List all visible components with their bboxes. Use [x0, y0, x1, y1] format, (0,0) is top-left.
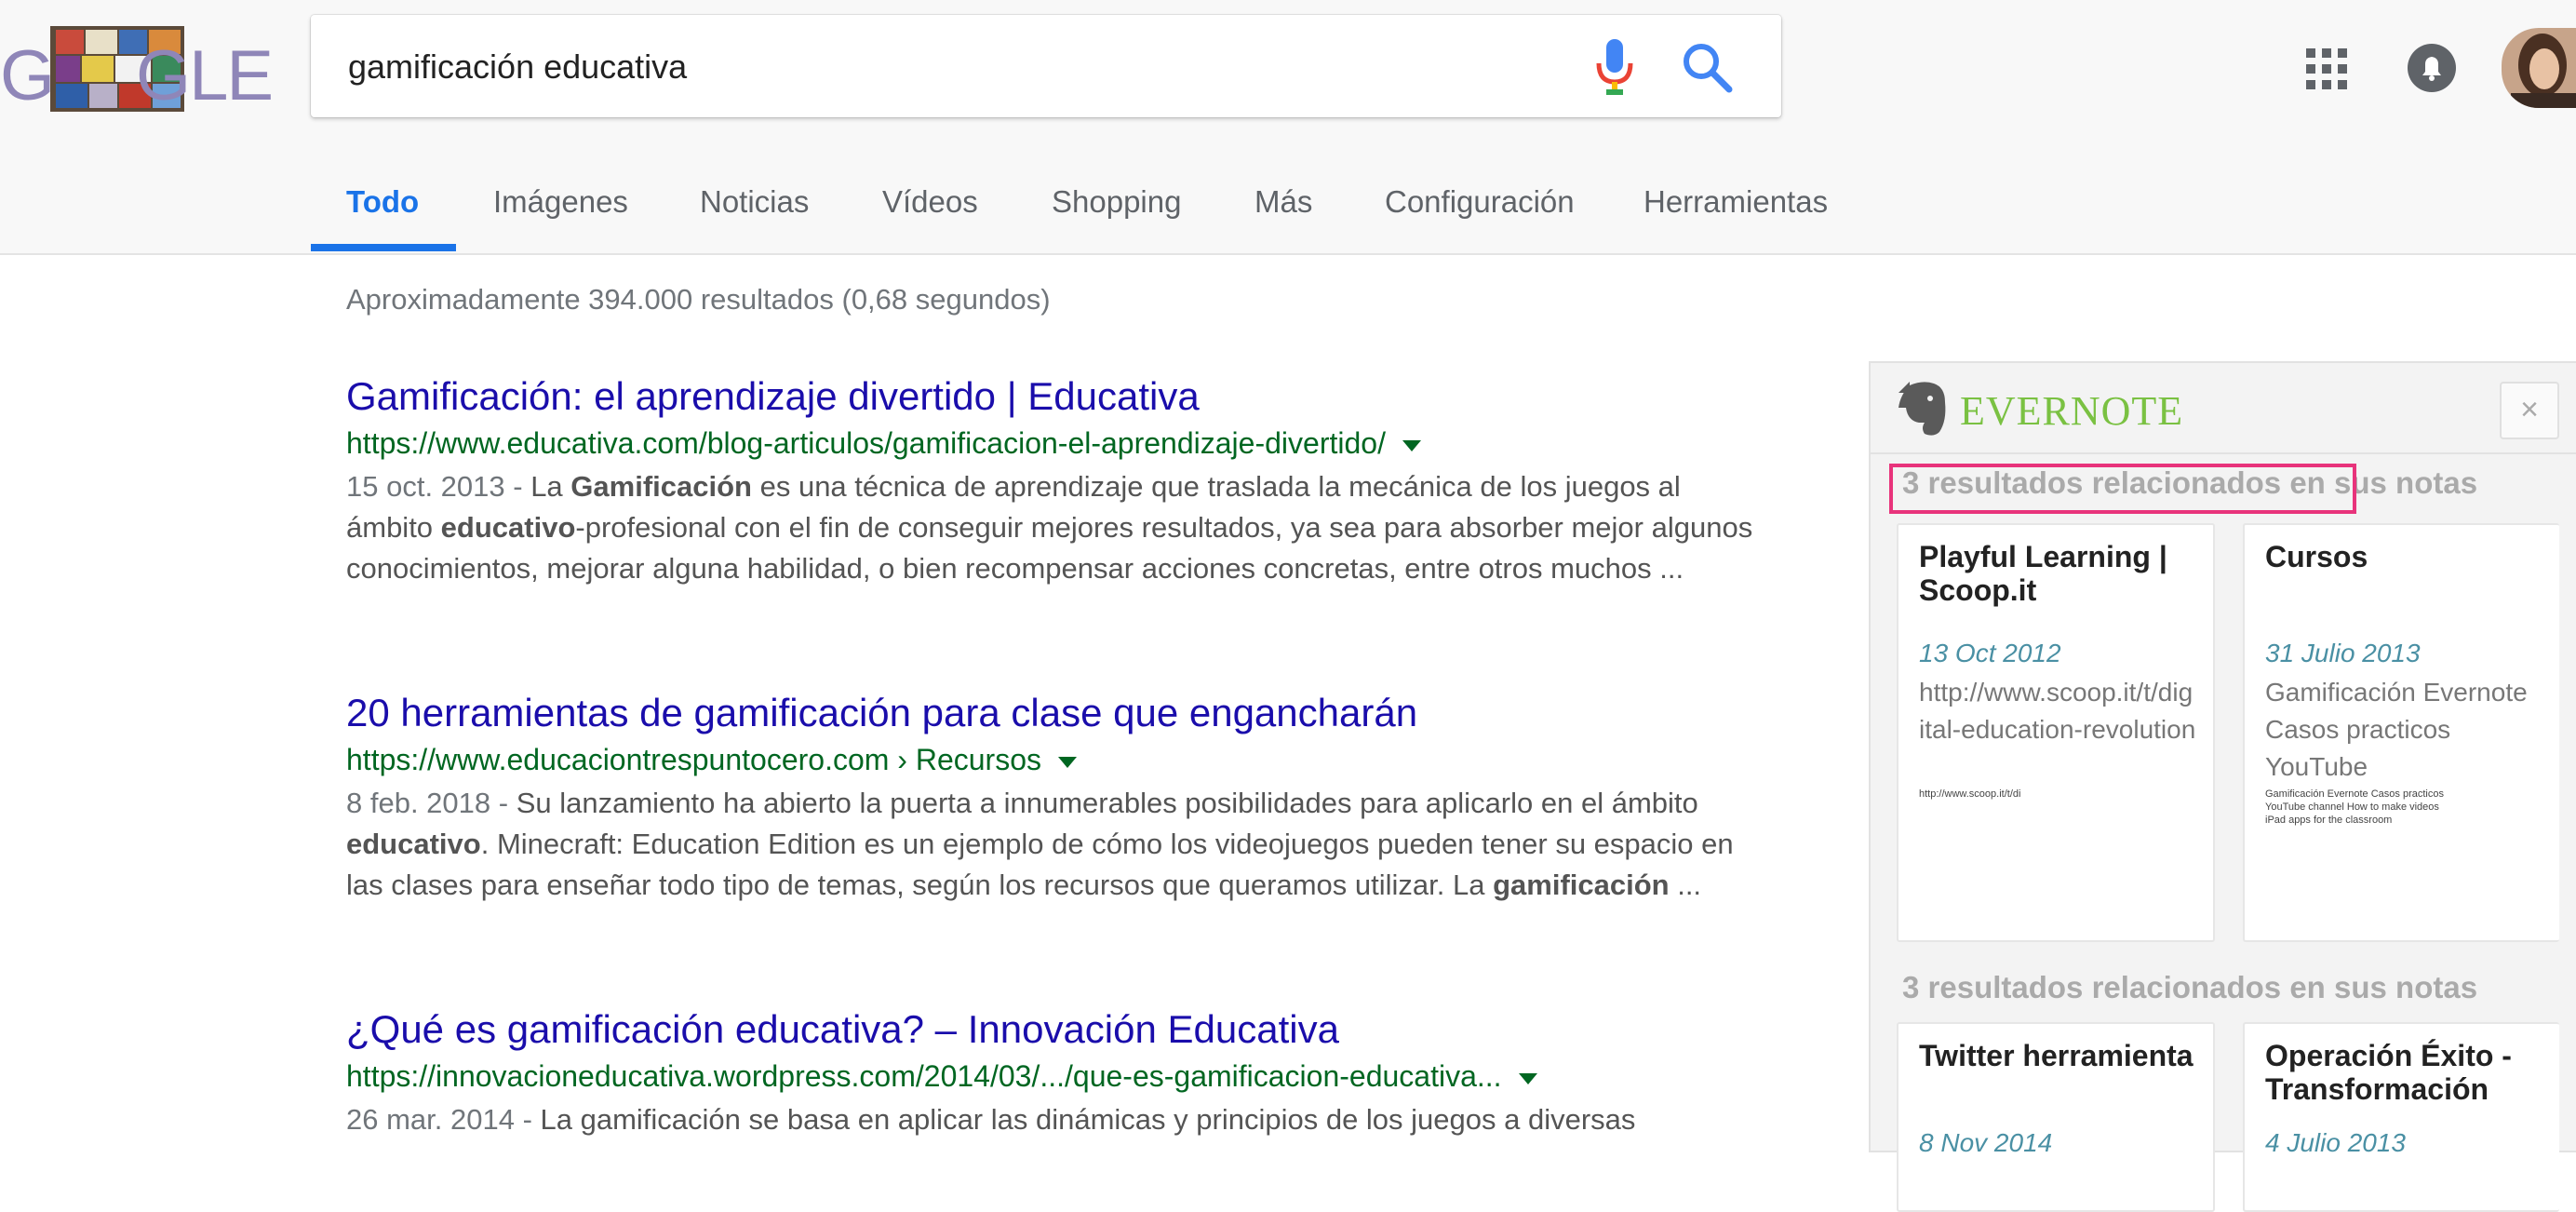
related-notes-label: 3 resultados relacionados en sus notas: [1902, 970, 2478, 1004]
result-url-text: https://innovacioneducativa.wordpress.co…: [346, 1059, 1502, 1093]
search-result: Gamificación: el aprendizaje divertido |…: [346, 374, 1761, 589]
result-snippet: 26 mar. 2014 - La gamificación se basa e…: [346, 1099, 1761, 1140]
evernote-header: EVERNOTE ×: [1871, 363, 2576, 454]
result-url: https://innovacioneducativa.wordpress.co…: [346, 1059, 1761, 1094]
snippet-text: ...: [1669, 869, 1702, 901]
note-preview-text: Gamificación Evernote Casos practicos Yo…: [2265, 788, 2444, 826]
result-url: https://www.educaciontrespuntocero.com ›…: [346, 743, 1761, 777]
result-date: 26 mar. 2014 -: [346, 1103, 541, 1136]
note-date: 4 Julio 2013: [2265, 1128, 2407, 1157]
notifications-bell-icon[interactable]: [2407, 43, 2457, 93]
result-date: 15 oct. 2013 -: [346, 470, 531, 503]
note-title: Operación Éxito - Transformación: [2265, 1039, 2512, 1106]
tab-herramientas[interactable]: Herramientas: [1644, 184, 1828, 220]
result-url: https://www.educativa.com/blog-articulos…: [346, 426, 1761, 461]
dropdown-caret-icon[interactable]: [1518, 1072, 1537, 1084]
user-photo-icon: [2502, 28, 2576, 108]
note-snippet: http://www.scoop.it/t/digital-education-…: [1919, 678, 2196, 744]
search-input[interactable]: [346, 34, 1504, 101]
snippet-text: La gamificación se basa en aplicar las d…: [540, 1103, 1636, 1136]
result-snippet: 15 oct. 2013 - La Gamificación es una té…: [346, 466, 1761, 589]
search-icon[interactable]: [1679, 39, 1735, 95]
tab-configuracion[interactable]: Configuración: [1385, 184, 1575, 220]
note-card[interactable]: Playful Learning | Scoop.it 13 Oct 2012 …: [1897, 523, 2215, 942]
snippet-text: La: [530, 470, 571, 503]
dropdown-caret-icon[interactable]: [1402, 439, 1421, 451]
evernote-elephant-icon: [1898, 382, 1946, 436]
note-card[interactable]: Twitter herramienta 8 Nov 2014: [1897, 1022, 2215, 1212]
evernote-panel: EVERNOTE × 3 resultados relacionados en …: [1869, 361, 2576, 1212]
note-date: 31 Julio 2013: [2265, 639, 2421, 667]
snippet-text: Su lanzamiento ha abierto la puerta a in…: [516, 787, 1698, 819]
logo-text-right: GLE: [136, 36, 274, 115]
result-stats: Aproximadamente 394.000 resultados (0,68…: [346, 283, 1051, 316]
note-date: 8 Nov 2014: [1919, 1128, 2053, 1157]
highlight-box: [1889, 464, 2356, 514]
result-date: 8 feb. 2018 -: [346, 787, 517, 819]
mic-icon[interactable]: [1593, 37, 1636, 97]
apps-grid-icon[interactable]: [2306, 48, 2347, 89]
result-url-text: https://www.educaciontrespuntocero.com ›…: [346, 743, 1041, 776]
tab-shopping[interactable]: Shopping: [1052, 184, 1181, 220]
search-result: ¿Qué es gamificación educativa? – Innova…: [346, 1007, 1761, 1140]
result-title-link[interactable]: Gamificación: el aprendizaje divertido |…: [346, 374, 1761, 419]
snippet-bold: gamificación: [1493, 869, 1670, 901]
note-preview-text: http://www.scoop.it/t/di: [1919, 788, 2021, 800]
note-card[interactable]: Cursos 31 Julio 2013 Gamificación Everno…: [2243, 523, 2559, 942]
tab-todo[interactable]: Todo: [346, 184, 419, 220]
tab-videos[interactable]: Vídeos: [882, 184, 978, 220]
avatar[interactable]: [2502, 28, 2576, 108]
google-doodle-logo[interactable]: GO GLE: [0, 20, 274, 123]
dropdown-caret-icon[interactable]: [1058, 756, 1077, 768]
note-title: Playful Learning | Scoop.it: [1919, 540, 2167, 607]
note-card[interactable]: Operación Éxito - Transformación 4 Julio…: [2243, 1022, 2559, 1212]
result-url-text: https://www.educativa.com/blog-articulos…: [346, 426, 1386, 460]
evernote-brand: EVERNOTE: [1960, 388, 2184, 434]
result-title-link[interactable]: 20 herramientas de gamificación para cla…: [346, 691, 1761, 735]
header: GO GLE: [0, 0, 2576, 255]
note-title: Twitter herramienta: [1919, 1039, 2194, 1072]
active-tab-indicator: [311, 244, 456, 251]
tab-mas[interactable]: Más: [1254, 184, 1312, 220]
note-date: 13 Oct 2012: [1919, 639, 2061, 667]
result-title-link[interactable]: ¿Qué es gamificación educativa? – Innova…: [346, 1007, 1761, 1052]
tab-imagenes[interactable]: Imágenes: [493, 184, 628, 220]
note-title: Cursos: [2265, 540, 2368, 573]
tab-noticias[interactable]: Noticias: [700, 184, 809, 220]
search-result: 20 herramientas de gamificación para cla…: [346, 691, 1761, 906]
result-snippet: 8 feb. 2018 - Su lanzamiento ha abierto …: [346, 783, 1761, 906]
snippet-bold: educativo: [346, 828, 481, 860]
note-snippet: Gamificación Evernote Casos practicos Yo…: [2265, 678, 2528, 781]
snippet-bold: Gamificación: [570, 470, 752, 503]
close-icon[interactable]: ×: [2500, 382, 2559, 439]
search-box: [311, 15, 1781, 117]
snippet-bold: educativo: [440, 511, 576, 544]
